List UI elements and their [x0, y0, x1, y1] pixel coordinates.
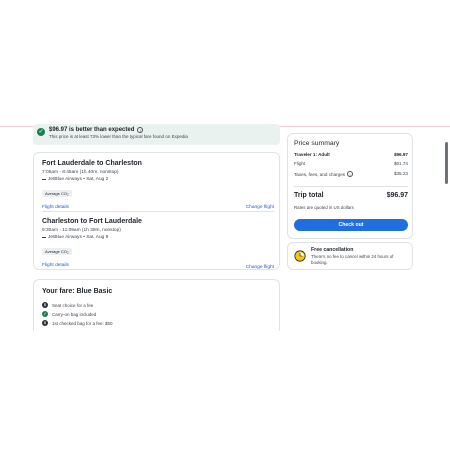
airline-date: JetBlue Airways • Sat, Aug 9: [48, 235, 109, 240]
flight-price-row: Flight $61.74: [294, 161, 408, 166]
co2-badge: Average CO₂: [42, 190, 72, 197]
fare-feature: ✓ Carry-on bag included: [42, 311, 96, 317]
flight-links: Flight details Change flight: [42, 205, 274, 210]
return-flight: Charleston to Fort Lauderdale 9:30am - 1…: [42, 218, 274, 270]
flight-price-label: Flight: [294, 161, 306, 166]
co2-badge: Average CO₂: [42, 248, 72, 255]
fare-title: Your fare: Blue Basic: [42, 288, 113, 295]
price-insight-subtitle: This price is at least 73% lower than th…: [49, 134, 188, 139]
traveler-value: $96.97: [393, 152, 408, 157]
trip-total-label: Trip total: [294, 192, 324, 199]
flight-links: Flight details Change flight: [42, 263, 274, 270]
check-icon: ✓: [42, 311, 48, 317]
fare-feature-text: 1st checked bag for a fee: $50: [52, 320, 113, 326]
info-icon[interactable]: i: [137, 127, 144, 133]
airline-date: JetBlue Airways • Sat, Aug 2: [48, 177, 109, 182]
price-insight-title-row: $96.97 is better than expected i: [49, 127, 274, 133]
outbound-flight: Fort Lauderdale to Charleston 7:05am - 8…: [42, 160, 274, 210]
info-icon[interactable]: i: [347, 171, 354, 177]
fare-feature: $ Seat choice for a fee: [42, 302, 93, 308]
checkout-button[interactable]: Check out: [294, 219, 408, 231]
fare-feature-text: Carry-on bag included: [52, 311, 97, 317]
flight-times: 7:05am - 8:45am (1h 40m, nonstop): [42, 170, 119, 175]
trip-total-value: $96.97: [386, 192, 408, 199]
traveler-label: Traveler 1: Adult: [294, 152, 330, 157]
flight-details-link[interactable]: Flight details: [42, 263, 69, 270]
check-icon: ✓: [37, 128, 45, 136]
flight-route: Fort Lauderdale to Charleston: [42, 160, 142, 167]
clock-icon: [294, 250, 306, 262]
price-insight-banner: ✓ $96.97 is better than expected i This …: [33, 124, 280, 145]
taxes-label-wrap: Taxes, fees, and charges i: [294, 171, 354, 177]
flight-price-value: $61.74: [393, 161, 408, 166]
dollar-icon: $: [42, 320, 48, 326]
change-flight-link[interactable]: Change flight: [246, 205, 274, 210]
flight-airline: JetBlue Airways • Sat, Aug 2: [42, 177, 274, 182]
airline-logo-icon: [42, 236, 46, 239]
dollar-icon: $: [42, 302, 48, 308]
fare-feature: $ 1st checked bag for a fee: $50: [42, 320, 113, 326]
taxes-row: Taxes, fees, and charges i $35.23: [294, 171, 408, 177]
airline-logo-icon: [42, 178, 46, 181]
flight-route: Charleston to Fort Lauderdale: [42, 218, 142, 225]
fare-feature-text: Seat choice for a fee: [52, 302, 94, 308]
currency-note: Rates are quoted in US dollars: [294, 205, 354, 210]
taxes-value: $35.23: [393, 171, 408, 176]
flight-divider: [42, 211, 274, 212]
price-insight-title: $96.97 is better than expected: [49, 127, 135, 133]
flights-card: Fort Lauderdale to Charleston 7:05am - 8…: [33, 152, 280, 270]
trip-total-row: Trip total $96.97: [294, 192, 408, 199]
flight-details-link[interactable]: Flight details: [42, 205, 69, 210]
fare-card: Your fare: Blue Basic $ Seat choice for …: [33, 279, 280, 331]
flight-times: 9:30am - 11:09am (1h 39m, nonstop): [42, 228, 121, 233]
change-flight-link[interactable]: Change flight: [246, 265, 274, 270]
traveler-row: Traveler 1: Adult $96.97: [294, 152, 408, 157]
free-cancellation-card: Free cancellation There's no fee to canc…: [287, 242, 413, 270]
price-summary-card: Price summary Traveler 1: Adult $96.97 F…: [287, 133, 413, 239]
free-cancellation-title: Free cancellation: [311, 247, 354, 253]
flight-airline: JetBlue Airways • Sat, Aug 9: [42, 235, 274, 240]
page-scrollbar[interactable]: [445, 142, 448, 184]
price-summary-title: Price summary: [294, 140, 340, 147]
taxes-label: Taxes, fees, and charges: [294, 171, 346, 177]
free-cancellation-text: There's no fee to cancel within 24 hours…: [311, 254, 394, 265]
price-divider: [294, 186, 408, 187]
